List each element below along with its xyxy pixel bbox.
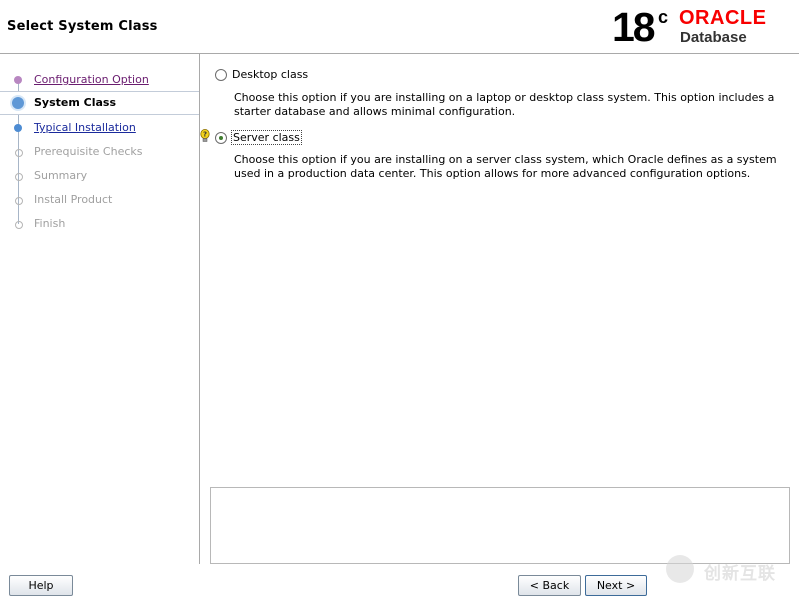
back-button[interactable]: < Back <box>518 575 581 596</box>
step-current-icon <box>12 97 24 109</box>
step-configuration-option[interactable]: Configuration Option <box>0 68 199 90</box>
step-label: Prerequisite Checks <box>34 145 143 158</box>
watermark-logo-icon <box>666 555 694 583</box>
wizard-steps-sidebar: Configuration Option System Class Typica… <box>0 54 200 564</box>
step-done-icon <box>14 76 22 84</box>
step-prerequisite-checks: Prerequisite Checks <box>0 140 199 162</box>
step-finish: Finish <box>0 212 199 234</box>
step-label: Install Product <box>34 193 113 206</box>
step-pending-icon <box>15 197 23 205</box>
step-summary: Summary <box>0 164 199 186</box>
step-system-class[interactable]: System Class <box>0 91 199 115</box>
lightbulb-icon: ? <box>200 129 210 142</box>
back-arrow-icon: < <box>529 579 543 592</box>
page-title: Select System Class <box>7 19 158 34</box>
step-pending-icon <box>15 173 23 181</box>
logo-product: Database <box>680 29 747 46</box>
help-button[interactable]: Help <box>9 575 73 596</box>
header: Select System Class 18 c ORACLE Database <box>0 0 799 54</box>
step-label: Summary <box>34 169 88 182</box>
logo-version: 18 <box>612 4 656 50</box>
step-label: Typical Installation <box>34 121 136 134</box>
oracle-logo: 18 c ORACLE Database <box>612 4 792 50</box>
logo-brand: ORACLE <box>679 7 767 29</box>
desktop-class-radio[interactable] <box>215 69 227 81</box>
server-class-description: Choose this option if you are installing… <box>234 153 777 180</box>
back-label: Back <box>542 579 570 592</box>
step-next-icon <box>14 124 22 132</box>
watermark-text: 创新互联 <box>704 564 776 584</box>
step-pending-icon <box>15 149 23 157</box>
step-label: System Class <box>34 96 117 109</box>
next-button[interactable]: Next > <box>585 575 647 596</box>
desktop-class-description: Choose this option if you are installing… <box>234 91 775 118</box>
step-pending-icon <box>15 221 23 229</box>
step-install-product: Install Product <box>0 188 199 210</box>
svg-text:?: ? <box>203 131 207 139</box>
step-label: Finish <box>34 217 66 230</box>
watermark: 创新互联 <box>660 552 790 586</box>
logo-version-suffix: c <box>658 7 669 27</box>
server-class-label[interactable]: Server class <box>231 130 302 145</box>
step-typical-installation[interactable]: Typical Installation <box>0 116 199 138</box>
desktop-class-label[interactable]: Desktop class <box>232 68 308 81</box>
server-class-radio[interactable] <box>215 132 227 144</box>
step-label: Configuration Option <box>34 73 149 86</box>
